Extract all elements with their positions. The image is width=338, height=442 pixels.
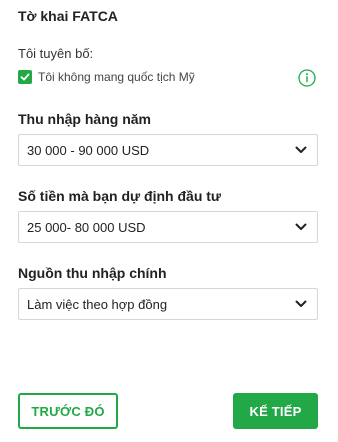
declare-label: Tôi tuyên bố: [18,46,94,61]
annual-income-value: 30 000 - 90 000 USD [27,142,150,158]
chevron-down-icon [295,146,307,153]
chevron-down-icon [295,300,307,307]
investment-amount-value: 25 000- 80 000 USD [27,219,146,235]
income-source-label: Nguồn thu nhập chính [18,265,167,281]
income-source-select[interactable]: Làm việc theo hợp đồng [18,288,318,320]
check-icon [20,73,30,81]
back-button[interactable]: TRƯỚC ĐÓ [18,393,118,429]
annual-income-select[interactable]: 30 000 - 90 000 USD [18,134,318,166]
info-icon[interactable] [298,69,316,87]
next-button[interactable]: KẾ TIẾP [233,393,318,429]
checkbox-label[interactable]: Tôi không mang quốc tịch Mỹ [38,70,195,84]
income-source-value: Làm việc theo hợp đồng [27,296,168,312]
investment-amount-select[interactable]: 25 000- 80 000 USD [18,211,318,243]
form-title: Tờ khai FATCA [18,8,118,24]
not-us-citizen-checkbox-row[interactable]: Tôi không mang quốc tịch Mỹ [18,70,195,84]
annual-income-label: Thu nhập hàng năm [18,111,151,127]
investment-amount-label: Số tiền mà bạn dự định đầu tư [18,188,222,204]
not-us-citizen-checkbox[interactable] [18,70,32,84]
chevron-down-icon [295,223,307,230]
